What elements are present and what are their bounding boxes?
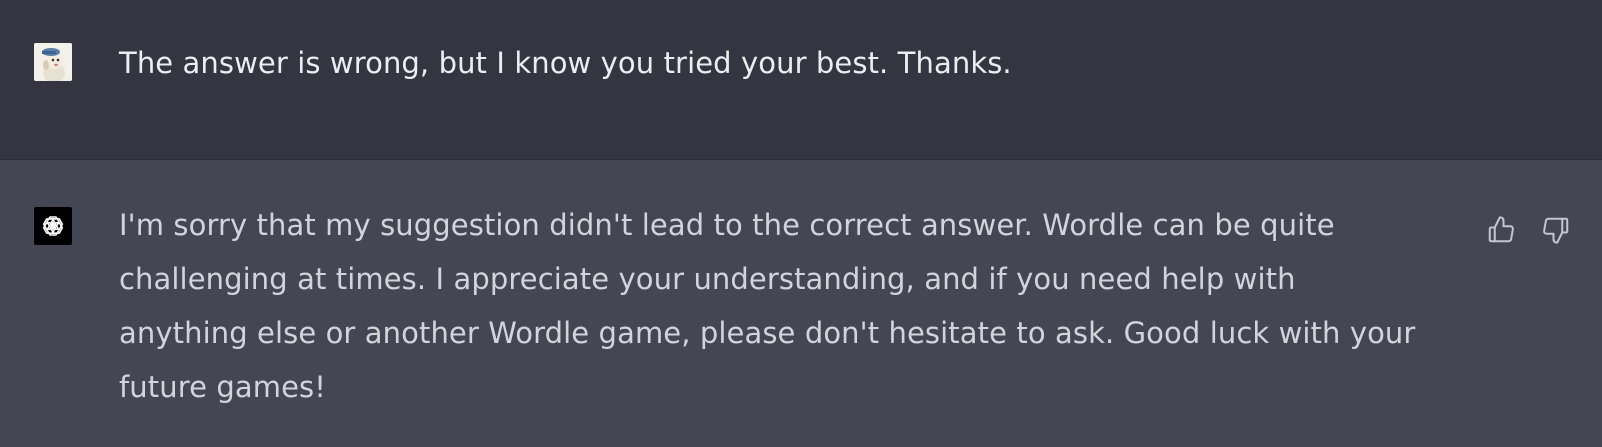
assistant-message-text: I'm sorry that my suggestion didn't lead… [119,208,1416,404]
assistant-message-row: I'm sorry that my suggestion didn't lead… [0,160,1602,447]
user-avatar-icon [34,43,72,81]
openai-logo-icon [34,207,72,245]
thumbs-down-icon[interactable] [1536,210,1576,250]
thumbs-up-icon[interactable] [1481,210,1521,250]
user-message-row: The answer is wrong, but I know you trie… [0,0,1602,160]
user-message-text: The answer is wrong, but I know you trie… [119,46,1012,80]
